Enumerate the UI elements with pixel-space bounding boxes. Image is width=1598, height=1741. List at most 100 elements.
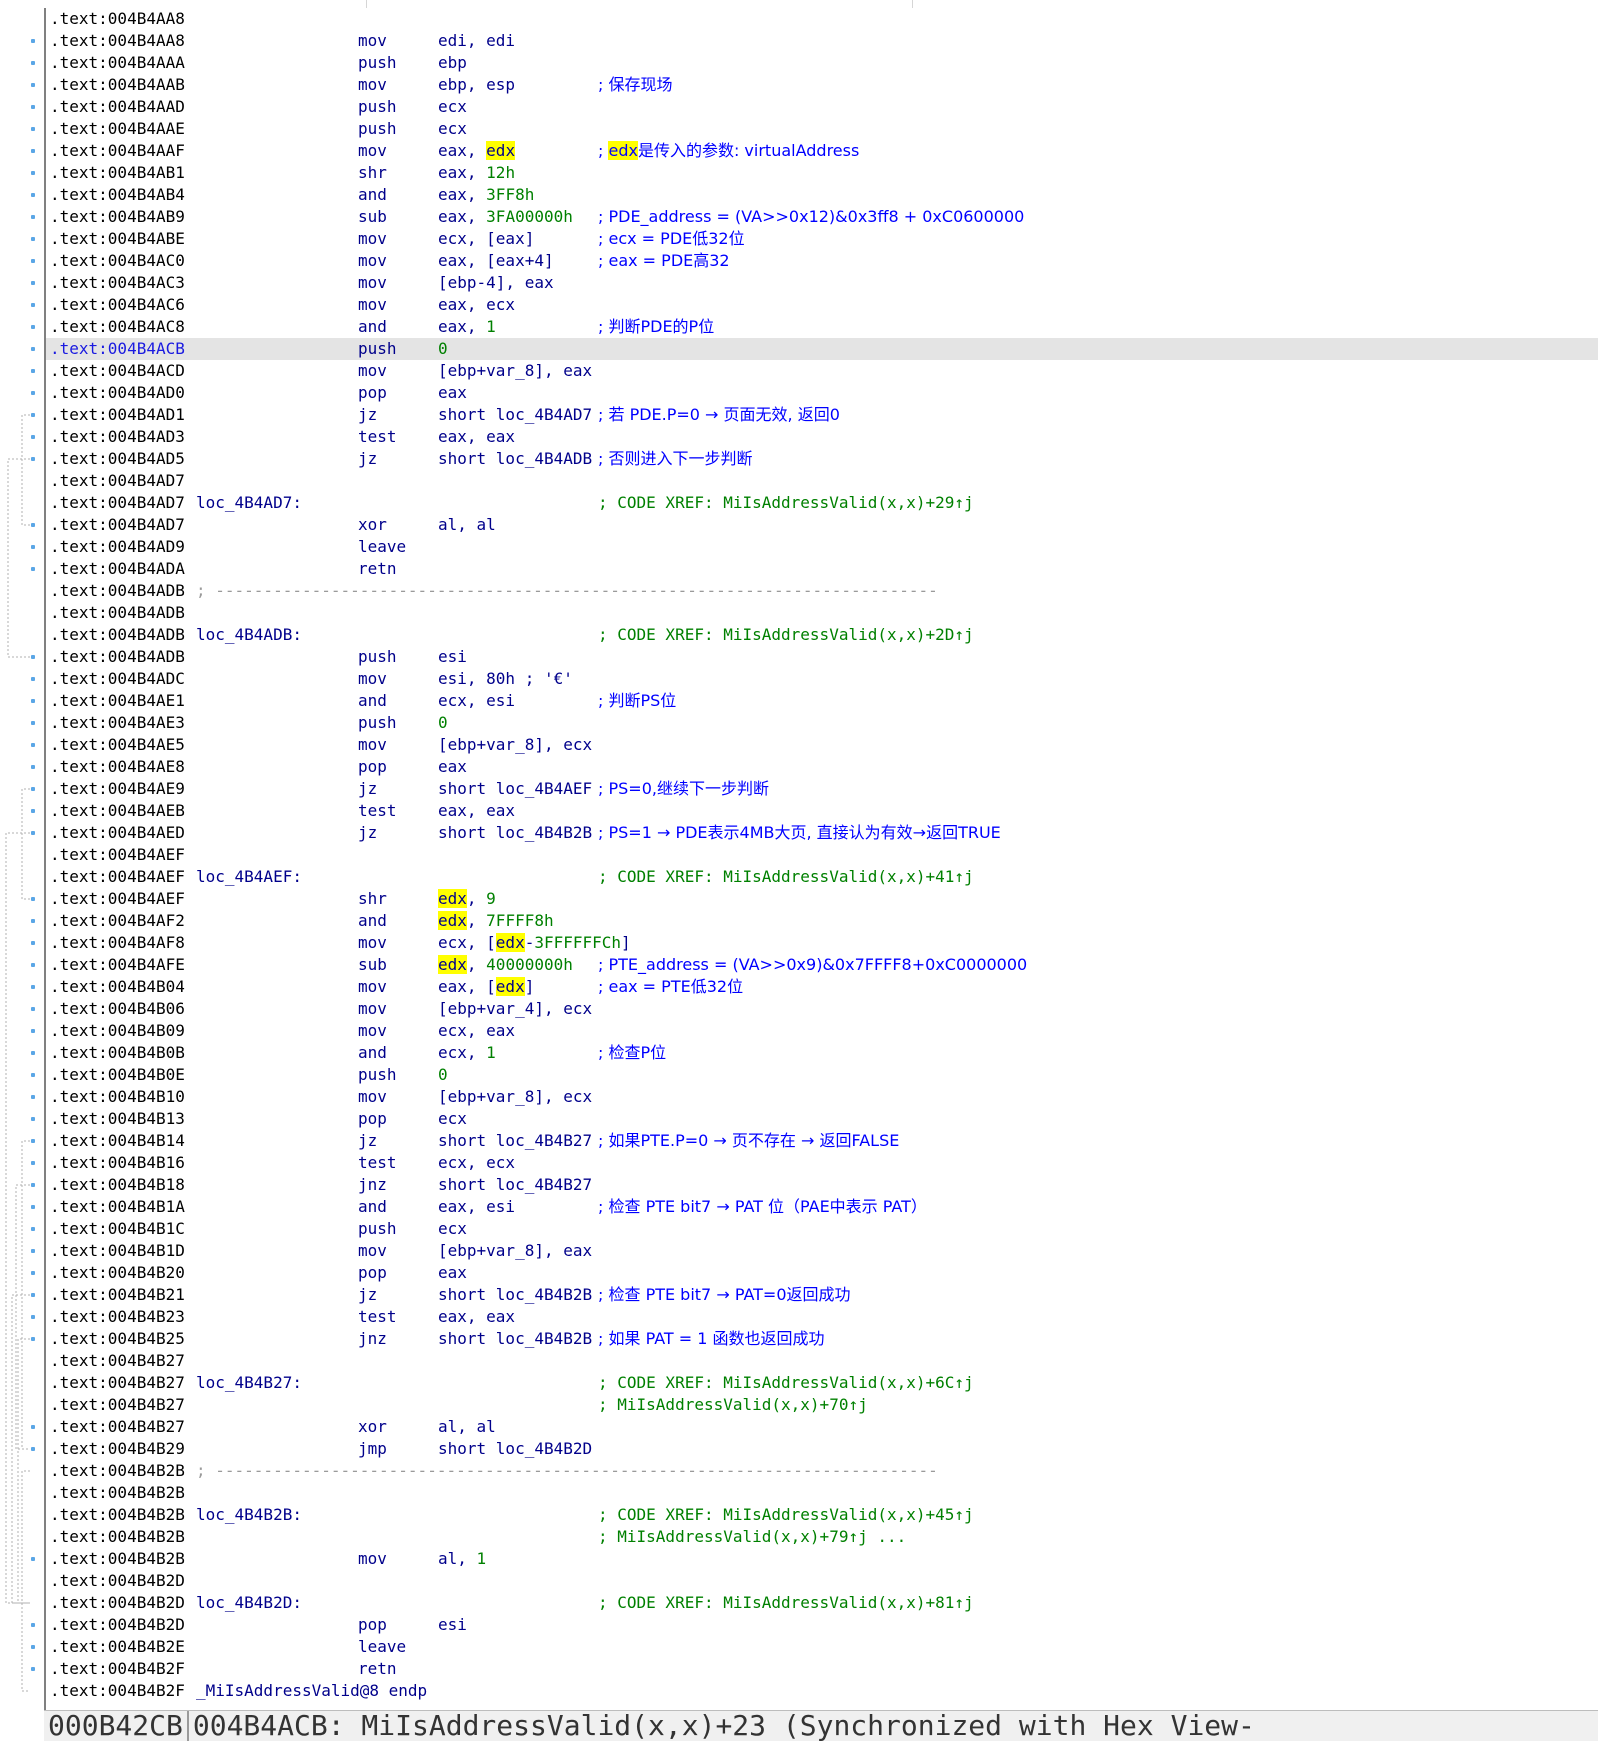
address[interactable]: .text:004B4B2B: [50, 1548, 185, 1570]
address[interactable]: .text:004B4B2F: [50, 1658, 185, 1680]
mnemonic[interactable]: mov: [358, 734, 387, 756]
operands[interactable]: eax: [438, 382, 467, 404]
listing-row[interactable]: .text:004B4B21 jz short loc_4B4B2B ; 检查 PTE…: [46, 1284, 1598, 1306]
listing-row[interactable]: .text:004B4AEF loc_4B4AEF: ; CODE XREF: Mi…: [46, 866, 1598, 888]
address[interactable]: .text:004B4B1C: [50, 1218, 185, 1240]
operands[interactable]: eax: [438, 756, 467, 778]
listing-row[interactable]: .text:004B4B16 test ecx, ecx: [46, 1152, 1598, 1174]
address[interactable]: .text:004B4AD7: [50, 470, 185, 492]
operands[interactable]: esi, 80h ; '€': [438, 668, 573, 690]
mnemonic[interactable]: leave: [358, 1636, 406, 1658]
mnemonic[interactable]: push: [358, 118, 397, 140]
mnemonic[interactable]: test: [358, 1152, 397, 1174]
address[interactable]: .text:004B4AB9: [50, 206, 185, 228]
address[interactable]: .text:004B4B2D: [50, 1614, 185, 1636]
mnemonic[interactable]: pop: [358, 1108, 387, 1130]
address[interactable]: .text:004B4B04: [50, 976, 185, 998]
listing-row[interactable]: .text:004B4B04 mov eax, [edx] ; eax = PTE低3…: [46, 976, 1598, 998]
listing-row[interactable]: .text:004B4AFE sub edx, 40000000h ; PTE_add…: [46, 954, 1598, 976]
operands[interactable]: eax: [438, 1262, 467, 1284]
operands[interactable]: ecx, esi: [438, 690, 515, 712]
listing-row[interactable]: .text:004B4AE1 and ecx, esi ; 判断PS位: [46, 690, 1598, 712]
address[interactable]: .text:004B4AD7: [50, 514, 185, 536]
operands[interactable]: short loc_4B4B2B: [438, 1328, 592, 1350]
listing-row[interactable]: .text:004B4AEF: [46, 844, 1598, 866]
address[interactable]: .text:004B4B10: [50, 1086, 185, 1108]
mnemonic[interactable]: shr: [358, 162, 387, 184]
operands[interactable]: eax, 1: [438, 316, 496, 338]
operands[interactable]: ebp, esp: [438, 74, 515, 96]
xref-comment[interactable]: ; CODE XREF: MiIsAddressValid(x,x)+41↑j: [598, 866, 974, 888]
listing-row[interactable]: .text:004B4AC6 mov eax, ecx: [46, 294, 1598, 316]
mnemonic[interactable]: push: [358, 52, 397, 74]
listing-row[interactable]: .text:004B4B27 ; MiIsAddressValid(x,x)+70…: [46, 1394, 1598, 1416]
mnemonic[interactable]: and: [358, 184, 387, 206]
mnemonic[interactable]: jz: [358, 778, 377, 800]
mnemonic[interactable]: mov: [358, 932, 387, 954]
address[interactable]: .text:004B4B1A: [50, 1196, 185, 1218]
address[interactable]: .text:004B4AD9: [50, 536, 185, 558]
mnemonic[interactable]: xor: [358, 514, 387, 536]
address[interactable]: .text:004B4AEB: [50, 800, 185, 822]
address[interactable]: .text:004B4AE1: [50, 690, 185, 712]
code-label[interactable]: loc_4B4B27:: [196, 1372, 302, 1394]
operands[interactable]: edx, 9: [438, 888, 496, 910]
mnemonic[interactable]: push: [358, 712, 397, 734]
mnemonic[interactable]: test: [358, 800, 397, 822]
address[interactable]: .text:004B4B2D: [50, 1570, 185, 1592]
mnemonic[interactable]: pop: [358, 1262, 387, 1284]
address[interactable]: .text:004B4B14: [50, 1130, 185, 1152]
address[interactable]: .text:004B4AED: [50, 822, 185, 844]
address[interactable]: .text:004B4AEF: [50, 866, 185, 888]
listing-row[interactable]: .text:004B4AD0 pop eax: [46, 382, 1598, 404]
address[interactable]: .text:004B4B21: [50, 1284, 185, 1306]
listing-row[interactable]: .text:004B4AE9 jz short loc_4B4AEF ; PS=0,继…: [46, 778, 1598, 800]
address[interactable]: .text:004B4ADB: [50, 580, 185, 602]
address[interactable]: .text:004B4B09: [50, 1020, 185, 1042]
listing-row[interactable]: .text:004B4AEF shr edx, 9: [46, 888, 1598, 910]
address[interactable]: .text:004B4B2D: [50, 1592, 185, 1614]
address[interactable]: .text:004B4B18: [50, 1174, 185, 1196]
address[interactable]: .text:004B4AEF: [50, 844, 185, 866]
operands[interactable]: 0: [438, 338, 448, 360]
operands[interactable]: [ebp+var_4], ecx: [438, 998, 592, 1020]
mnemonic[interactable]: mov: [358, 1020, 387, 1042]
listing-row[interactable]: .text:004B4B2B mov al, 1: [46, 1548, 1598, 1570]
listing-row[interactable]: .text:004B4AB4 and eax, 3FF8h: [46, 184, 1598, 206]
operands[interactable]: short loc_4B4B27: [438, 1130, 592, 1152]
address[interactable]: .text:004B4B27: [50, 1394, 185, 1416]
address[interactable]: .text:004B4B23: [50, 1306, 185, 1328]
mnemonic[interactable]: mov: [358, 1086, 387, 1108]
address[interactable]: .text:004B4ACB: [50, 338, 185, 360]
listing-row[interactable]: .text:004B4AD7: [46, 470, 1598, 492]
operands[interactable]: esi: [438, 1614, 467, 1636]
address[interactable]: .text:004B4AD3: [50, 426, 185, 448]
code-label[interactable]: _MiIsAddressValid@8 endp: [196, 1680, 427, 1702]
listing-row[interactable]: .text:004B4B06 mov [ebp+var_4], ecx: [46, 998, 1598, 1020]
listing-row[interactable]: .text:004B4AC3 mov [ebp-4], eax: [46, 272, 1598, 294]
mnemonic[interactable]: and: [358, 316, 387, 338]
address[interactable]: .text:004B4B27: [50, 1350, 185, 1372]
code-label[interactable]: loc_4B4B2B:: [196, 1504, 302, 1526]
mnemonic[interactable]: mov: [358, 1548, 387, 1570]
address[interactable]: .text:004B4AD1: [50, 404, 185, 426]
address[interactable]: .text:004B4B16: [50, 1152, 185, 1174]
disassembly-listing[interactable]: .text:004B4AA8 .text:004B4AA8 mov edi, edi.…: [44, 8, 1598, 1710]
address[interactable]: .text:004B4ADC: [50, 668, 185, 690]
operands[interactable]: eax, edx: [438, 140, 516, 162]
operands[interactable]: [ebp+var_8], eax: [438, 1240, 592, 1262]
mnemonic[interactable]: mov: [358, 74, 387, 96]
operands[interactable]: eax, esi: [438, 1196, 515, 1218]
address[interactable]: .text:004B4AAA: [50, 52, 185, 74]
mnemonic[interactable]: test: [358, 1306, 397, 1328]
address[interactable]: .text:004B4AB1: [50, 162, 185, 184]
address[interactable]: .text:004B4AD0: [50, 382, 185, 404]
code-label[interactable]: loc_4B4AEF:: [196, 866, 302, 888]
operands[interactable]: al, al: [438, 1416, 496, 1438]
address[interactable]: .text:004B4AF8: [50, 932, 185, 954]
address[interactable]: .text:004B4AA8: [50, 8, 185, 30]
listing-row[interactable]: .text:004B4ABE mov ecx, [eax] ; ecx = PDE低3…: [46, 228, 1598, 250]
listing-row[interactable]: .text:004B4AD7 xor al, al: [46, 514, 1598, 536]
xref-comment[interactable]: ; CODE XREF: MiIsAddressValid(x,x)+45↑j: [598, 1504, 974, 1526]
mnemonic[interactable]: jz: [358, 1284, 377, 1306]
